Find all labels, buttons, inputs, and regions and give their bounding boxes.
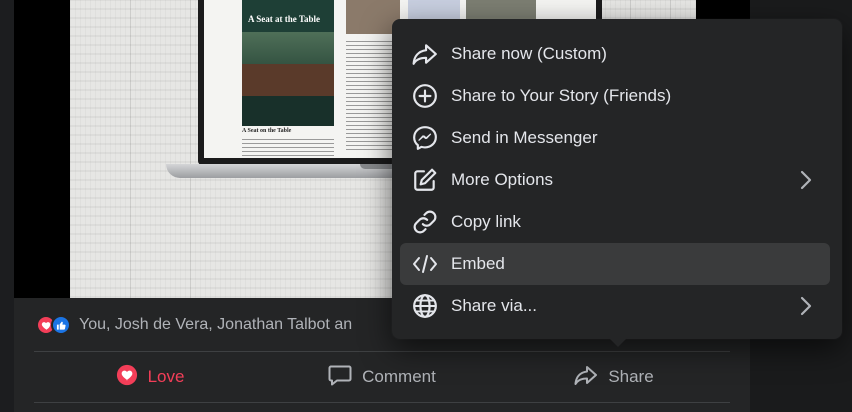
globe-icon bbox=[410, 291, 440, 321]
magazine-cover: A Seat at the Table bbox=[242, 0, 334, 126]
code-icon bbox=[410, 249, 440, 279]
reactions-names[interactable]: You, Josh de Vera, Jonathan Talbot an bbox=[79, 316, 352, 334]
share-icon bbox=[574, 364, 598, 391]
share-via-item[interactable]: Share via... bbox=[400, 285, 830, 327]
magazine-caption: A Seat on the Table bbox=[242, 128, 292, 134]
article-text-block bbox=[242, 138, 334, 156]
plus-circle-icon bbox=[410, 81, 440, 111]
media-left-letterbox bbox=[14, 0, 70, 298]
share-menu: Share now (Custom) Share to Your Story (… bbox=[392, 19, 842, 339]
newspaper-column-line bbox=[190, 0, 191, 298]
share-to-story-label: Share to Your Story (Friends) bbox=[451, 86, 672, 105]
embed-label: Embed bbox=[451, 254, 505, 273]
newspaper-column-line bbox=[130, 0, 131, 298]
copy-link-item[interactable]: Copy link bbox=[400, 201, 830, 243]
page-left-edge bbox=[0, 0, 14, 412]
actions-divider-top bbox=[34, 351, 730, 352]
share-arrow-icon bbox=[410, 39, 440, 69]
love-button[interactable]: Love bbox=[34, 354, 266, 400]
magazine-title: A Seat at the Table bbox=[248, 14, 321, 24]
comment-label: Comment bbox=[362, 367, 436, 386]
share-menu-caret bbox=[608, 337, 628, 347]
edit-icon bbox=[410, 165, 440, 195]
more-options-item[interactable]: More Options bbox=[400, 159, 830, 201]
love-label: Love bbox=[147, 367, 185, 386]
reactions-summary[interactable]: You, Josh de Vera, Jonathan Talbot an bbox=[36, 313, 352, 337]
like-icon bbox=[51, 315, 71, 335]
share-button[interactable]: Share bbox=[498, 354, 730, 400]
comment-icon bbox=[328, 364, 352, 391]
cover-ground bbox=[242, 96, 334, 126]
chevron-right-icon bbox=[796, 170, 816, 190]
share-to-story-item[interactable]: Share to Your Story (Friends) bbox=[400, 75, 830, 117]
share-via-label: Share via... bbox=[451, 296, 537, 315]
share-now-label: Share now (Custom) bbox=[451, 44, 607, 63]
copy-link-label: Copy link bbox=[451, 212, 521, 231]
link-icon bbox=[410, 207, 440, 237]
send-in-messenger-item[interactable]: Send in Messenger bbox=[400, 117, 830, 159]
send-in-messenger-label: Send in Messenger bbox=[451, 128, 598, 147]
share-label: Share bbox=[608, 367, 654, 386]
messenger-icon bbox=[410, 123, 440, 153]
actions-divider-bottom bbox=[34, 402, 730, 403]
chevron-right-icon bbox=[796, 296, 816, 316]
comment-button[interactable]: Comment bbox=[266, 354, 498, 400]
cover-house bbox=[242, 64, 334, 96]
post-actions-bar: Love Comment Share bbox=[34, 354, 730, 400]
more-options-label: More Options bbox=[451, 170, 554, 189]
share-now-item[interactable]: Share now (Custom) bbox=[400, 33, 830, 75]
share-menu-list: Share now (Custom) Share to Your Story (… bbox=[400, 33, 830, 327]
embed-item[interactable]: Embed bbox=[400, 243, 830, 285]
heart-icon bbox=[116, 364, 138, 391]
